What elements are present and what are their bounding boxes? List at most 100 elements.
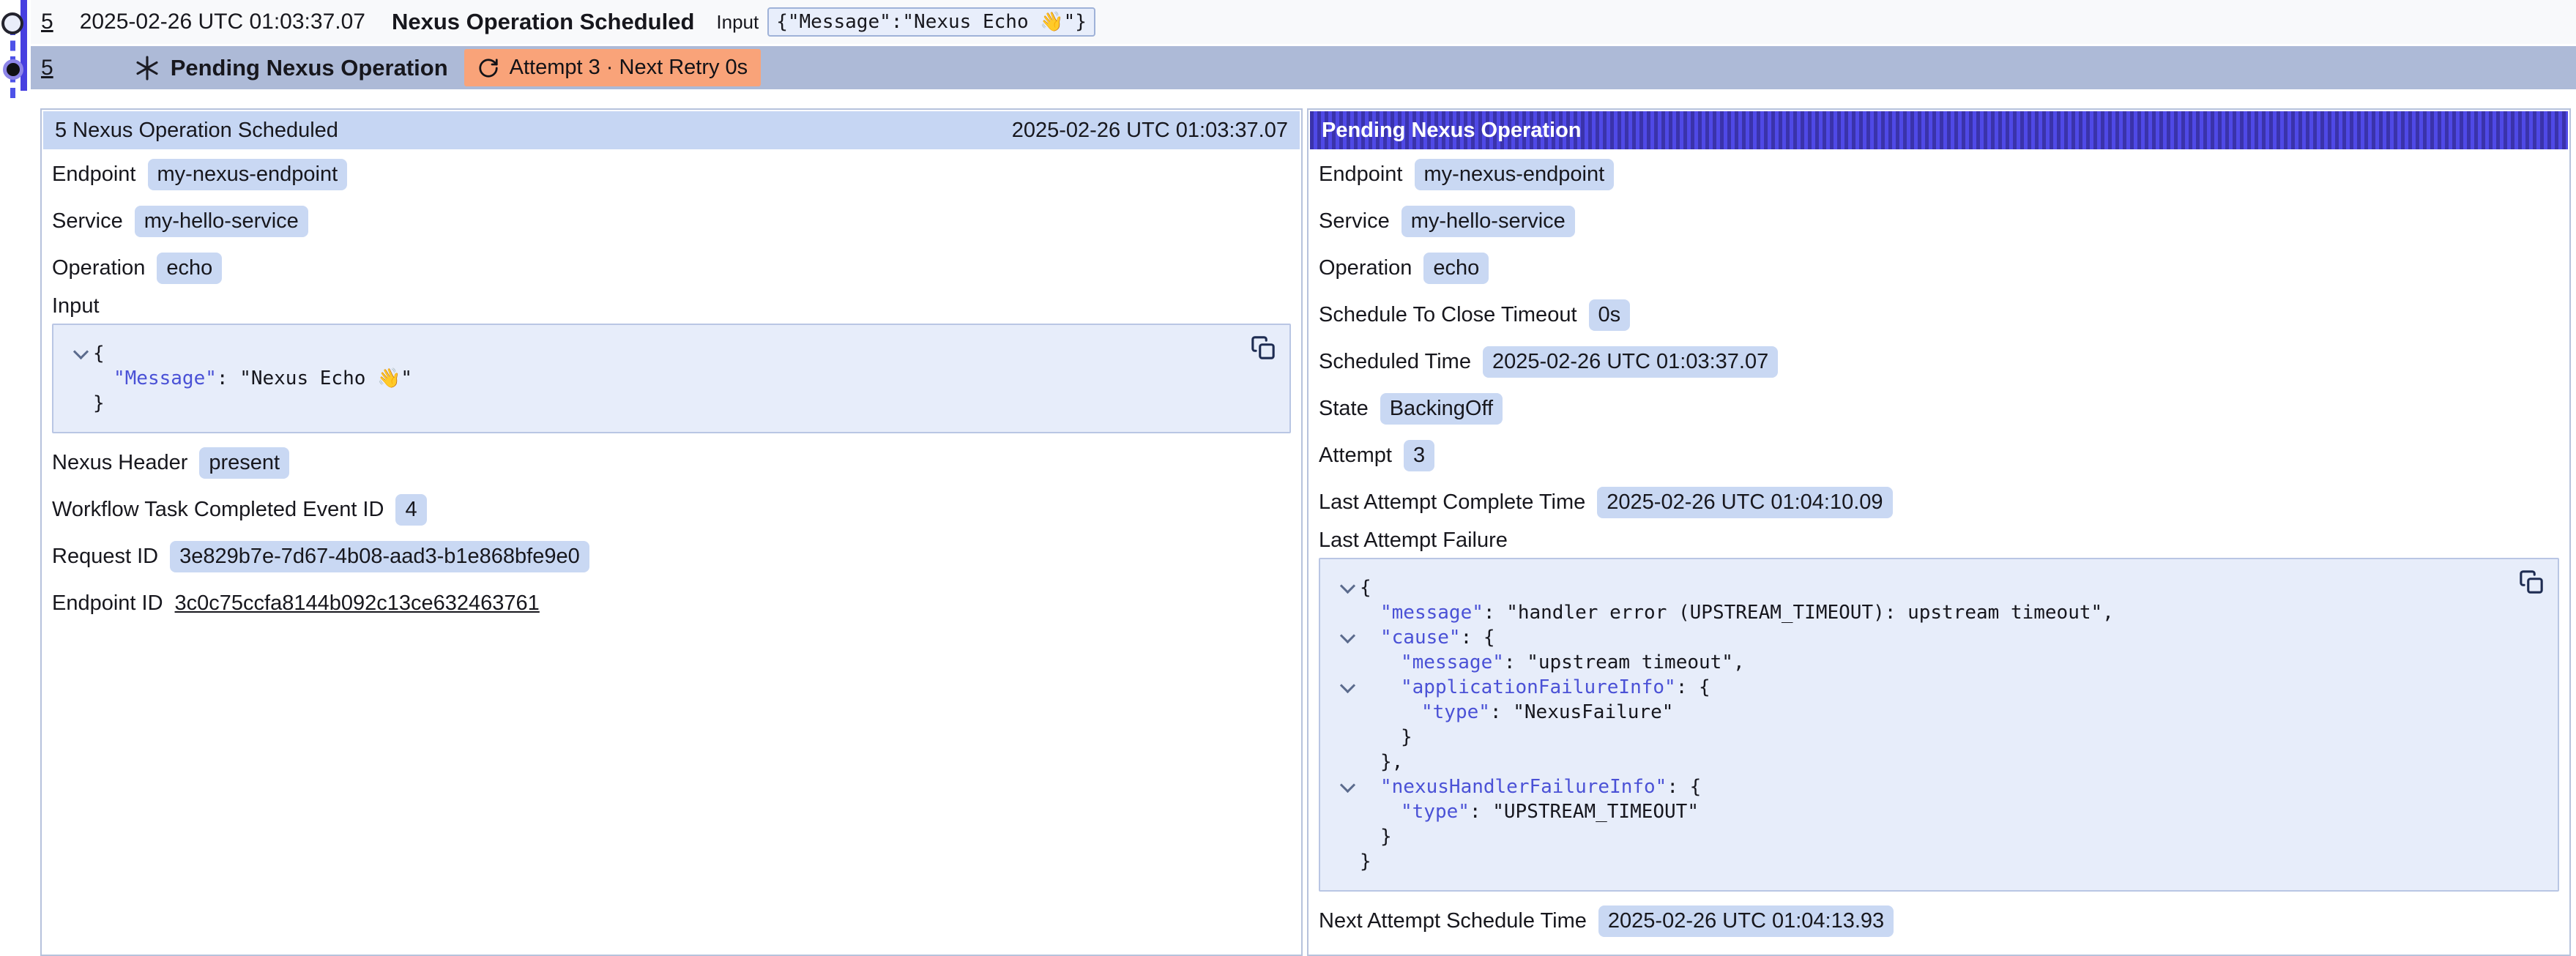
code-line: },	[1335, 750, 2543, 774]
pending-operation-title: Pending Nexus Operation	[1322, 119, 1582, 143]
event-row-pending-nexus-operation[interactable]: 5 Pending Nexus Operation Attempt 3 · Ne…	[31, 46, 2576, 89]
field-label: Request ID	[52, 545, 158, 569]
field-label: Last Attempt Complete Time	[1319, 490, 1585, 515]
code-line: "cause": {	[1335, 625, 2543, 650]
code-line: "applicationFailureInfo": {	[1335, 675, 2543, 700]
json-text: : "NexusFailure"	[1490, 701, 1673, 723]
code-line: "Message": "Nexus Echo 👋"	[68, 366, 1275, 391]
json-text: },	[1380, 751, 1403, 773]
field-row: Nexus Header present	[52, 439, 1291, 486]
field-label: Attempt	[1319, 444, 1392, 468]
collapse-chevron-icon[interactable]	[72, 343, 88, 359]
copy-button[interactable]	[1250, 335, 1276, 362]
json-text: : {	[1676, 676, 1710, 698]
field-value-chip: 4	[395, 494, 426, 526]
field-row: Servicemy-hello-service	[52, 198, 1291, 244]
pending-operation-header: Pending Nexus Operation	[1310, 111, 2568, 149]
code-line: {	[1335, 575, 2543, 600]
code-line: }	[68, 391, 1275, 416]
json-key: "message"	[1380, 602, 1484, 624]
retry-icon	[477, 57, 499, 79]
json-text: }	[1401, 726, 1412, 748]
code-line: "type": "NexusFailure"	[1335, 700, 2543, 725]
copy-button[interactable]	[2518, 570, 2545, 596]
json-key: "type"	[1421, 701, 1490, 723]
field-label: Nexus Header	[52, 451, 187, 475]
json-key: "message"	[1401, 651, 1504, 673]
event-detail-header: 5 Nexus Operation Scheduled 2025-02-26 U…	[43, 111, 1300, 149]
event-detail-timestamp: 2025-02-26 UTC 01:03:37.07	[1012, 119, 1288, 143]
code-line: "message": "handler error (UPSTREAM_TIME…	[1335, 600, 2543, 625]
field-row: Endpoint my-nexus-endpoint	[1319, 151, 2559, 198]
code-line: "message": "upstream timeout",	[1335, 650, 2543, 675]
field-row: Operation echo	[52, 244, 1291, 291]
collapse-chevron-icon[interactable]	[1339, 777, 1355, 792]
field-value-chip: my-nexus-endpoint	[1415, 159, 1615, 190]
timeline-active-bar	[21, 0, 27, 91]
field-value-chip: echo	[157, 253, 222, 284]
json-text: : {	[1461, 627, 1495, 649]
input-section-label: Input	[52, 291, 1291, 321]
field-value-chip: my-nexus-endpoint	[148, 159, 348, 190]
json-key: "nexusHandlerFailureInfo"	[1380, 776, 1667, 798]
field-row: Servicemy-hello-service	[1319, 198, 2559, 244]
field-value-chip: 2025-02-26 UTC 01:04:13.93	[1598, 905, 1894, 937]
field-label: Operation	[1319, 256, 1412, 280]
code-line: "type": "UPSTREAM_TIMEOUT"	[1335, 799, 2543, 824]
timeline-event-dot-open	[1, 12, 23, 34]
collapse-chevron-icon[interactable]	[1339, 677, 1355, 692]
input-json-block: {"Message": "Nexus Echo 👋"}	[52, 324, 1291, 433]
json-text: {	[93, 343, 105, 365]
field-label: State	[1319, 397, 1369, 421]
json-key: "Message"	[113, 367, 217, 389]
field-row: Operationecho	[1319, 244, 2559, 291]
field-label: Endpoint	[52, 163, 136, 187]
event-detail-title: 5 Nexus Operation Scheduled	[55, 119, 338, 143]
json-text: }	[1360, 851, 1371, 873]
field-value-chip: my-hello-service	[135, 206, 308, 237]
field-label: Next Attempt Schedule Time	[1319, 909, 1587, 933]
field-label: Service	[1319, 209, 1390, 234]
event-row-nexus-operation-scheduled[interactable]: 5 2025-02-26 UTC 01:03:37.07 Nexus Opera…	[31, 0, 2576, 44]
field-label: Endpoint ID	[52, 591, 163, 616]
event-detail-panel: 5 Nexus Operation Scheduled 2025-02-26 U…	[40, 108, 1303, 956]
field-row: Attempt 3	[1319, 432, 2559, 479]
field-value-link[interactable]: 3c0c75ccfa8144b092c13ce632463761	[175, 591, 540, 616]
temporal-event-history-view: 5 2025-02-26 UTC 01:03:37.07 Nexus Opera…	[0, 0, 2576, 956]
field-row: Endpoint my-nexus-endpoint	[52, 151, 1291, 198]
json-key: "cause"	[1380, 627, 1461, 649]
collapse-chevron-icon[interactable]	[1339, 578, 1355, 593]
failure-section-label: Last Attempt Failure	[1319, 526, 2559, 555]
field-label: Scheduled Time	[1319, 350, 1471, 374]
field-row: Endpoint ID 3c0c75ccfa8144b092c13ce632463…	[52, 580, 1291, 627]
pending-operation-panel: Pending Nexus Operation Endpoint my-nexus…	[1307, 108, 2571, 956]
event-timestamp: 2025-02-26 UTC 01:03:37.07	[80, 10, 365, 34]
json-key: "type"	[1401, 801, 1470, 823]
json-text: : "handler error (UPSTREAM_TIMEOUT): ups…	[1484, 602, 2114, 624]
json-text: : "upstream timeout",	[1504, 651, 1745, 673]
field-label: Operation	[52, 256, 145, 280]
event-id-link[interactable]: 5	[41, 56, 53, 81]
field-row: State BackingOff	[1319, 385, 2559, 432]
field-value-chip: BackingOff	[1380, 393, 1503, 425]
json-text: : "Nexus Echo 👋"	[217, 367, 412, 389]
timeline-event-dot-current	[3, 59, 23, 80]
field-value-chip: 0s	[1589, 299, 1631, 331]
collapse-chevron-icon[interactable]	[1339, 627, 1355, 643]
field-value-chip: 3	[1404, 440, 1434, 471]
event-title: Nexus Operation Scheduled	[392, 9, 694, 35]
json-text: }	[93, 392, 105, 414]
attempt-retry-badge: Attempt 3 · Next Retry 0s	[464, 49, 762, 86]
code-line: }	[1335, 849, 2543, 874]
json-text: }	[1380, 826, 1392, 848]
pending-row-title: Pending Nexus Operation	[171, 55, 448, 81]
field-label: Endpoint	[1319, 163, 1403, 187]
field-row: Workflow Task Completed Event ID4	[52, 486, 1291, 533]
field-value-chip: present	[199, 447, 289, 479]
event-input-chip[interactable]: {"Message":"Nexus Echo 👋"}	[767, 7, 1095, 37]
event-input-label: Input	[716, 11, 759, 34]
field-row: Next Attempt Schedule Time 2025-02-26 UTC…	[1319, 897, 2559, 944]
pending-asterisk-icon	[134, 55, 160, 81]
field-row: Last Attempt Complete Time2025-02-26 UTC…	[1319, 479, 2559, 526]
event-id-link[interactable]: 5	[41, 10, 53, 34]
